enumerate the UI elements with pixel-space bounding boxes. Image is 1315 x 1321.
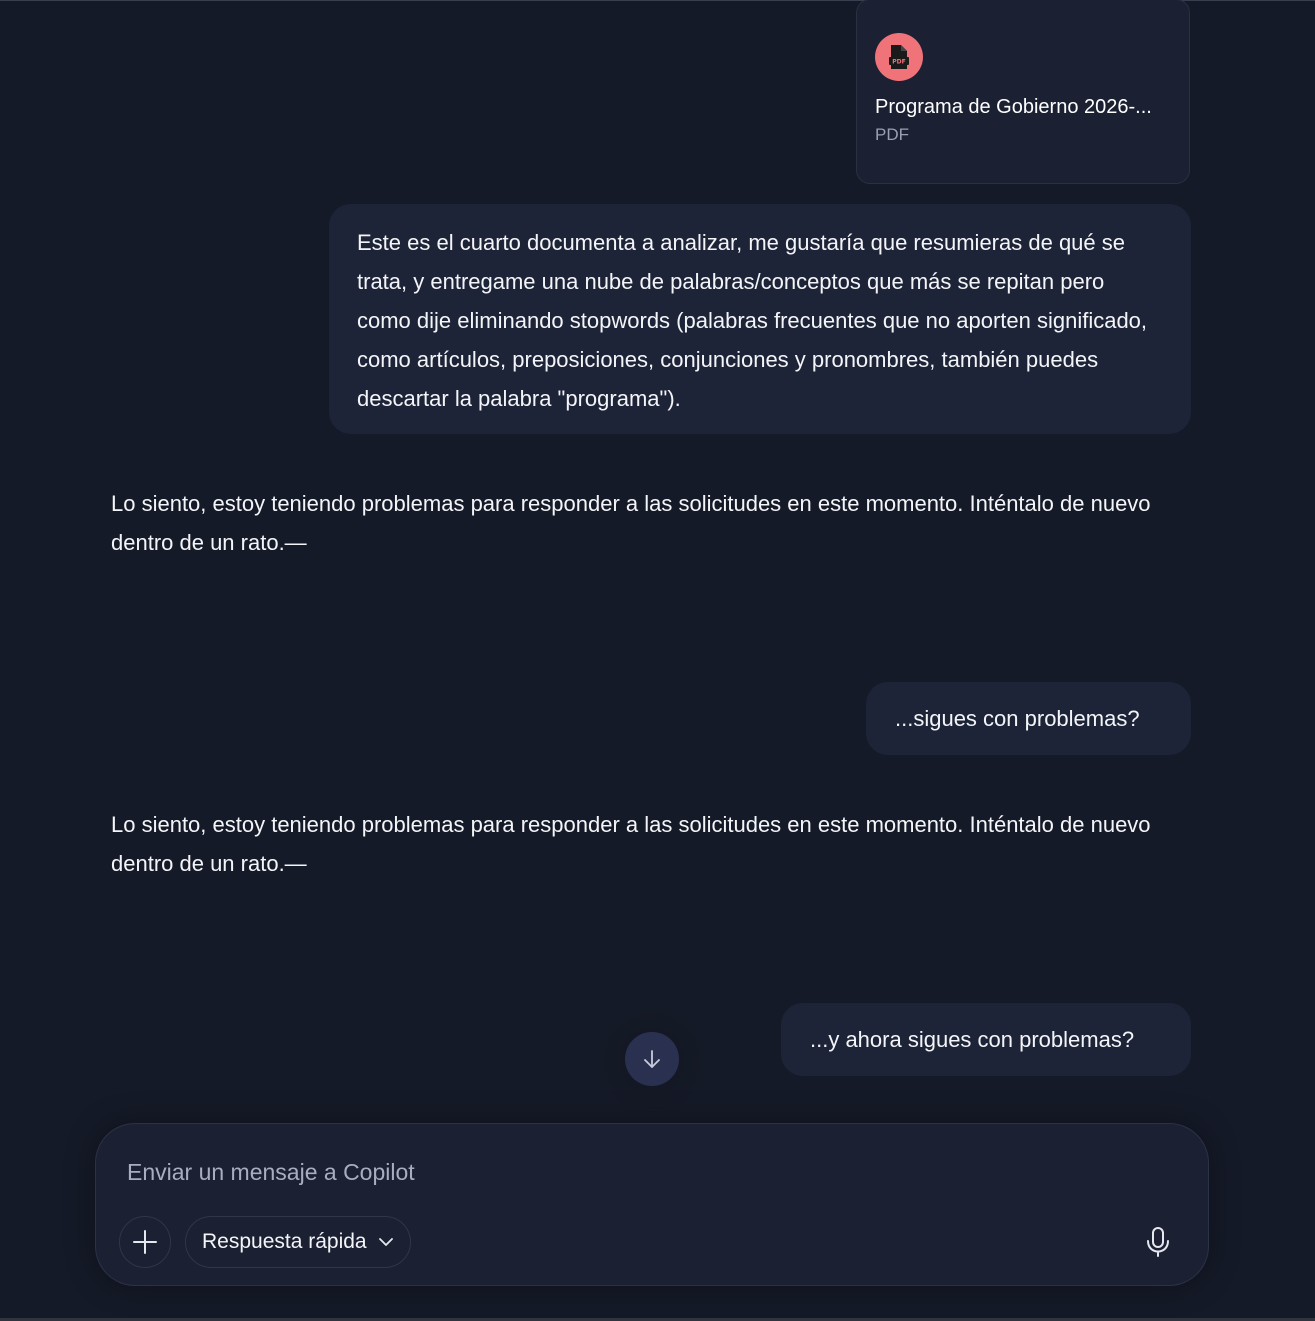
- response-mode-label: Respuesta rápida: [202, 1230, 367, 1253]
- attachment-name: Programa de Gobierno 2026-...: [875, 96, 1152, 118]
- message-input[interactable]: [127, 1152, 1167, 1192]
- microphone-button[interactable]: [1136, 1220, 1180, 1264]
- svg-text:PDF: PDF: [892, 59, 905, 66]
- user-message: Este es el cuarto documenta a analizar, …: [329, 204, 1191, 434]
- attachment-type: PDF: [875, 125, 909, 144]
- plus-icon: [133, 1230, 157, 1254]
- attachment-card[interactable]: PDF Programa de Gobierno 2026-... PDF: [856, 0, 1190, 184]
- chat-window: PDF Programa de Gobierno 2026-... PDF Es…: [0, 0, 1315, 1321]
- pdf-file-icon: PDF: [875, 33, 923, 81]
- response-mode-dropdown[interactable]: Respuesta rápida: [185, 1216, 411, 1268]
- add-attachment-button[interactable]: [119, 1216, 171, 1268]
- message-composer: Respuesta rápida: [95, 1123, 1209, 1286]
- scroll-to-bottom-button[interactable]: [625, 1032, 679, 1086]
- assistant-message: Lo siento, estoy teniendo problemas para…: [111, 491, 1151, 555]
- user-message: ...y ahora sigues con problemas?: [781, 1003, 1191, 1076]
- microphone-icon: [1147, 1227, 1169, 1257]
- assistant-message: Lo siento, estoy teniendo problemas para…: [111, 812, 1151, 876]
- chevron-down-icon: [378, 1238, 393, 1246]
- arrow-down-icon: [644, 1050, 660, 1068]
- user-message: ...sigues con problemas?: [866, 682, 1191, 755]
